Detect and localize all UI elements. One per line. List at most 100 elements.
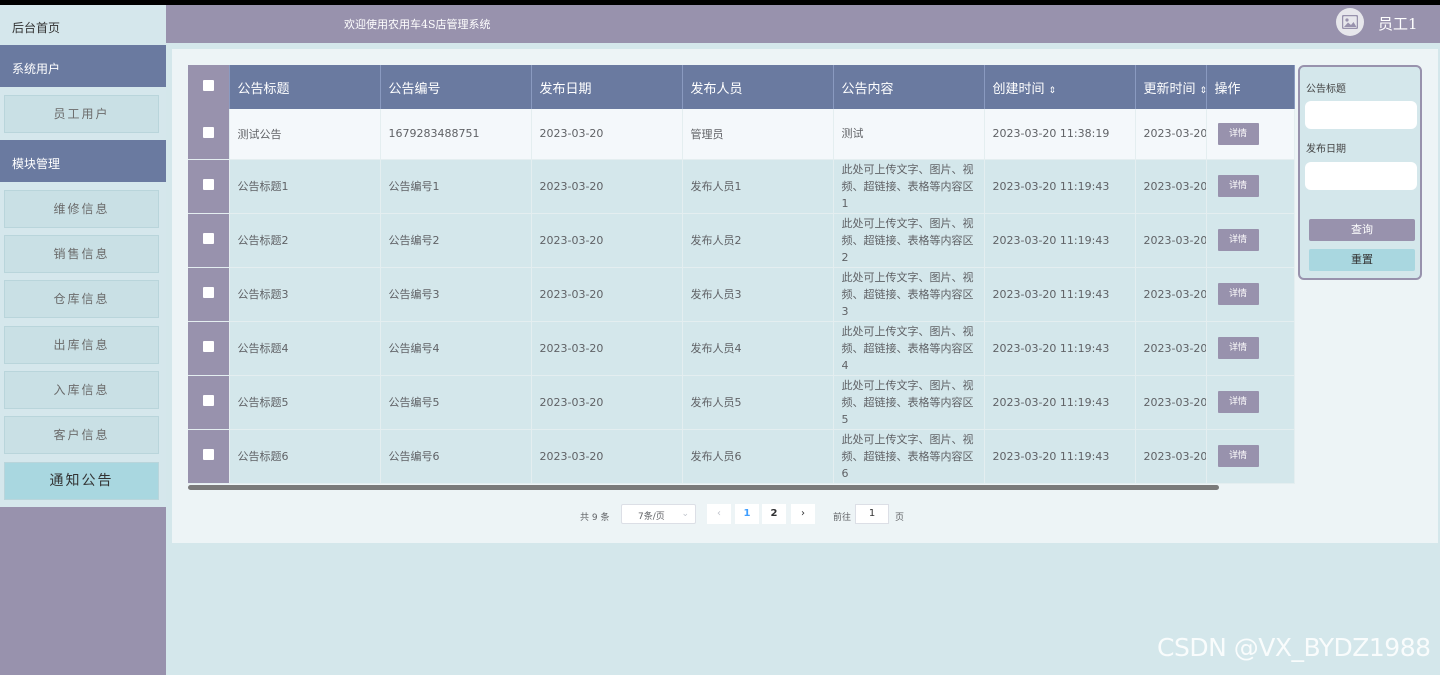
watermark: CSDN @VX_BYDZ1988 xyxy=(1157,633,1431,662)
sidebar-home-link[interactable]: 后台首页 xyxy=(0,5,166,45)
row-checkbox-cell[interactable] xyxy=(188,213,230,268)
cell-code: 1679283488751 xyxy=(380,109,532,160)
cell-date: 2023-03-20 xyxy=(531,213,683,268)
detail-button[interactable]: 详情 xyxy=(1217,283,1259,305)
page-number-1[interactable]: 1 xyxy=(735,504,759,524)
table-row[interactable]: 公告标题6 公告编号6 2023-03-20 发布人员6 此处可上传文字、图片、视频、超… xyxy=(188,429,1295,484)
search-title-label: 公告标题 xyxy=(1306,84,1346,95)
cell-actions: 详情 xyxy=(1206,321,1295,376)
cell-publisher: 发布人员6 xyxy=(682,429,834,484)
goto-page-input[interactable]: 1 xyxy=(855,504,889,524)
sidebar-section-module-management[interactable]: 模块管理 xyxy=(0,140,166,182)
row-checkbox[interactable] xyxy=(202,287,214,298)
page-size-select[interactable]: 7条/页 ⌄ xyxy=(621,504,696,524)
image-icon xyxy=(1342,15,1358,29)
cell-title: 公告标题6 xyxy=(229,429,381,484)
cell-actions: 详情 xyxy=(1206,267,1295,322)
sidebar-item-warehouse[interactable]: 仓库信息 xyxy=(4,280,159,318)
sidebar-item-repair[interactable]: 维修信息 xyxy=(4,190,159,228)
sidebar-item-customers[interactable]: 客户信息 xyxy=(4,416,159,454)
cell-title: 测试公告 xyxy=(229,109,381,160)
cell-created: 2023-03-20 11:19:43 xyxy=(984,321,1136,376)
query-button[interactable]: 查询 xyxy=(1309,219,1415,241)
col-header-code: 公告编号 xyxy=(380,65,532,109)
sidebar-panel-system-users: 员工用户 xyxy=(0,87,166,140)
table-row[interactable]: 公告标题5 公告编号5 2023-03-20 发布人员5 此处可上传文字、图片、视频、超… xyxy=(188,375,1295,430)
table-row[interactable]: 公告标题4 公告编号4 2023-03-20 发布人员4 此处可上传文字、图片、视频、超… xyxy=(188,321,1295,376)
cell-updated: 2023-03-20 xyxy=(1135,267,1207,322)
sidebar-item-sales[interactable]: 销售信息 xyxy=(4,235,159,273)
next-page-button[interactable]: › xyxy=(791,504,815,524)
sidebar-section-system-users[interactable]: 系统用户 xyxy=(0,45,166,87)
detail-button[interactable]: 详情 xyxy=(1217,445,1259,467)
col-header-created-label: 创建时间 xyxy=(992,81,1045,97)
row-checkbox[interactable] xyxy=(202,233,214,244)
detail-button[interactable]: 详情 xyxy=(1217,122,1259,145)
cell-content: 此处可上传文字、图片、视频、超链接、表格等内容区5 xyxy=(833,375,985,430)
detail-button[interactable]: 详情 xyxy=(1217,175,1259,197)
sidebar-item-notices[interactable]: 通知公告 xyxy=(4,462,159,500)
search-date-input[interactable] xyxy=(1305,162,1417,190)
row-checkbox-cell[interactable] xyxy=(188,375,230,430)
row-checkbox[interactable] xyxy=(202,449,214,460)
cell-actions: 详情 xyxy=(1206,213,1295,268)
reset-button[interactable]: 重置 xyxy=(1309,249,1415,271)
sort-icon[interactable]: ⇕ xyxy=(1200,86,1205,96)
page-size-value: 7条/页 xyxy=(638,512,665,522)
cell-created: 2023-03-20 11:19:43 xyxy=(984,375,1136,430)
cell-code: 公告编号1 xyxy=(380,159,532,214)
cell-updated: 2023-03-20 xyxy=(1135,429,1207,484)
row-checkbox-cell[interactable] xyxy=(188,109,230,160)
table-row[interactable]: 测试公告 1679283488751 2023-03-20 管理员 测试 2023-03-… xyxy=(188,109,1295,160)
col-header-actions: 操作 xyxy=(1206,65,1295,109)
prev-page-button[interactable]: ‹ xyxy=(707,504,731,524)
search-title-input[interactable] xyxy=(1305,101,1417,129)
cell-date: 2023-03-20 xyxy=(531,429,683,484)
detail-button[interactable]: 详情 xyxy=(1217,391,1259,413)
cell-title: 公告标题4 xyxy=(229,321,381,376)
page-number-2[interactable]: 2 xyxy=(762,504,786,524)
table-row[interactable]: 公告标题3 公告编号3 2023-03-20 发布人员3 此处可上传文字、图片、视频、超… xyxy=(188,267,1295,322)
notice-table: 公告标题 公告编号 发布日期 发布人员 公告内容 创建时间⇕ 更新时间⇕ 操作 … xyxy=(188,65,1295,484)
col-header-date: 发布日期 xyxy=(531,65,683,109)
row-checkbox-cell[interactable] xyxy=(188,429,230,484)
row-checkbox[interactable] xyxy=(202,341,214,352)
row-checkbox[interactable] xyxy=(202,179,214,190)
select-all-checkbox-cell[interactable] xyxy=(188,65,230,109)
col-header-updated[interactable]: 更新时间 ⇕ xyxy=(1135,65,1207,109)
row-checkbox-cell[interactable] xyxy=(188,321,230,376)
cell-content: 此处可上传文字、图片、视频、超链接、表格等内容区2 xyxy=(833,213,985,268)
detail-button[interactable]: 详情 xyxy=(1217,337,1259,359)
cell-date: 2023-03-20 xyxy=(531,267,683,322)
sort-icon[interactable]: ⇕ xyxy=(1049,86,1057,96)
table-row[interactable]: 公告标题1 公告编号1 2023-03-20 发布人员1 此处可上传文字、图片、视频、超… xyxy=(188,159,1295,214)
cell-publisher: 发布人员4 xyxy=(682,321,834,376)
sidebar-item-staff-users[interactable]: 员工用户 xyxy=(4,95,159,133)
row-checkbox-cell[interactable] xyxy=(188,159,230,214)
sidebar-item-outbound[interactable]: 出库信息 xyxy=(4,326,159,364)
username[interactable]: 员工1 xyxy=(1378,13,1418,34)
top-header: 欢迎使用农用车4S店管理系统 员工1 xyxy=(166,5,1440,43)
table-header-row: 公告标题 公告编号 发布日期 发布人员 公告内容 创建时间 ⇕ 更新时间 ⇕ 操作 xyxy=(188,65,1295,109)
cell-publisher: 管理员 xyxy=(682,109,834,160)
search-panel: 公告标题 发布日期 查询 重置 xyxy=(1298,65,1422,280)
cell-actions: 详情 xyxy=(1206,375,1295,430)
sidebar-item-inbound[interactable]: 入库信息 xyxy=(4,371,159,409)
cell-code: 公告编号2 xyxy=(380,213,532,268)
col-header-created[interactable]: 创建时间 ⇕ xyxy=(984,65,1136,109)
row-checkbox[interactable] xyxy=(202,395,214,406)
select-all-checkbox[interactable] xyxy=(202,79,214,91)
avatar[interactable] xyxy=(1336,8,1364,36)
cell-created: 2023-03-20 11:19:43 xyxy=(984,159,1136,214)
cell-content: 此处可上传文字、图片、视频、超链接、表格等内容区1 xyxy=(833,159,985,214)
cell-publisher: 发布人员5 xyxy=(682,375,834,430)
detail-button[interactable]: 详情 xyxy=(1217,229,1259,251)
table-row[interactable]: 公告标题2 公告编号2 2023-03-20 发布人员2 此处可上传文字、图片、视频、超… xyxy=(188,213,1295,268)
row-checkbox[interactable] xyxy=(202,126,214,138)
cell-updated: 2023-03-20 xyxy=(1135,321,1207,376)
pagination-total: 共 9 条 xyxy=(580,513,610,523)
horizontal-scrollbar[interactable] xyxy=(188,485,1219,490)
cell-code: 公告编号5 xyxy=(380,375,532,430)
cell-updated: 2023-03-20 xyxy=(1135,159,1207,214)
row-checkbox-cell[interactable] xyxy=(188,267,230,322)
